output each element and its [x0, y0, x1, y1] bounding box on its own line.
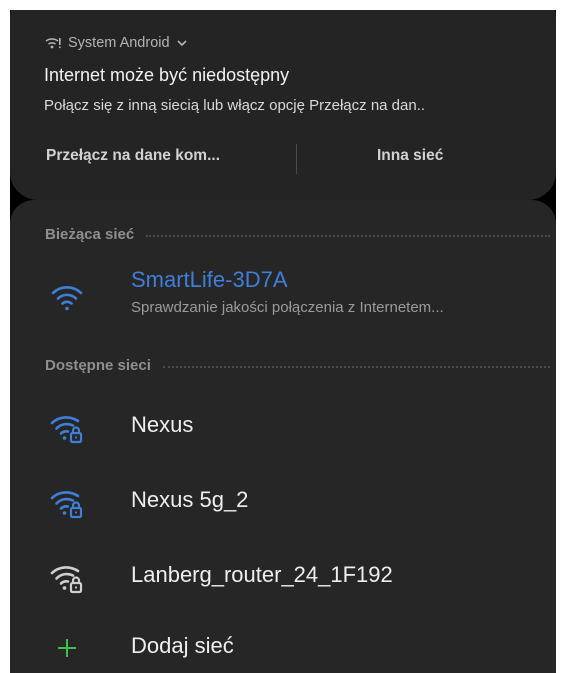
- notification-actions: Przełącz na dane kom... Inna sieć: [40, 139, 540, 179]
- available-networks-label: Dostępne sieci: [45, 357, 151, 374]
- current-network-row[interactable]: SmartLife-3D7A Sprawdzanie jakości połąc…: [10, 262, 556, 332]
- network-name: Nexus 5g_2: [131, 487, 249, 512]
- other-network-button[interactable]: Inna sieć: [377, 147, 443, 165]
- network-row[interactable]: Lanberg_router_24_1F192: [10, 550, 556, 606]
- add-network-label: Dodaj sieć: [131, 633, 234, 658]
- notification-body: Połącz się z inną siecią lub włącz opcję…: [44, 97, 426, 114]
- network-row[interactable]: Nexus 5g_2: [10, 475, 556, 531]
- current-network-status: Sprawdzanie jakości połączenia z Interne…: [131, 299, 444, 316]
- available-networks-header: Dostępne sieci: [45, 357, 550, 374]
- notification-app-name: System Android: [68, 35, 170, 51]
- current-network-label: Bieżąca sieć: [45, 226, 135, 243]
- wifi-list-panel: Bieżąca sieć SmartLife-3D7A Sprawdzanie …: [10, 200, 556, 673]
- notification-header: System Android: [44, 35, 188, 51]
- switch-to-mobile-data-button[interactable]: Przełącz na dane kom...: [46, 147, 220, 165]
- add-network-row[interactable]: Dodaj sieć: [10, 621, 556, 673]
- wifi-warning-icon: [44, 36, 62, 50]
- notification-title: Internet może być niedostępny: [44, 65, 290, 85]
- current-network-name: SmartLife-3D7A: [131, 267, 288, 292]
- chevron-down-icon[interactable]: [176, 38, 188, 48]
- plus-icon: [56, 633, 78, 663]
- divider: [162, 365, 550, 368]
- wifi-icon: [50, 280, 84, 314]
- current-network-header: Bieżąca sieć: [45, 226, 550, 243]
- notification-card[interactable]: System Android Internet może być niedost…: [10, 10, 556, 200]
- wifi-locked-icon: [50, 411, 84, 445]
- network-name: Nexus: [131, 412, 194, 437]
- network-name: Lanberg_router_24_1F192: [131, 562, 393, 587]
- network-row[interactable]: Nexus: [10, 400, 556, 456]
- divider: [146, 234, 550, 237]
- wifi-locked-icon: [50, 486, 84, 520]
- action-divider: [296, 144, 297, 174]
- quick-panel: System Android Internet może być niedost…: [10, 10, 556, 673]
- wifi-locked-icon: [50, 561, 84, 595]
